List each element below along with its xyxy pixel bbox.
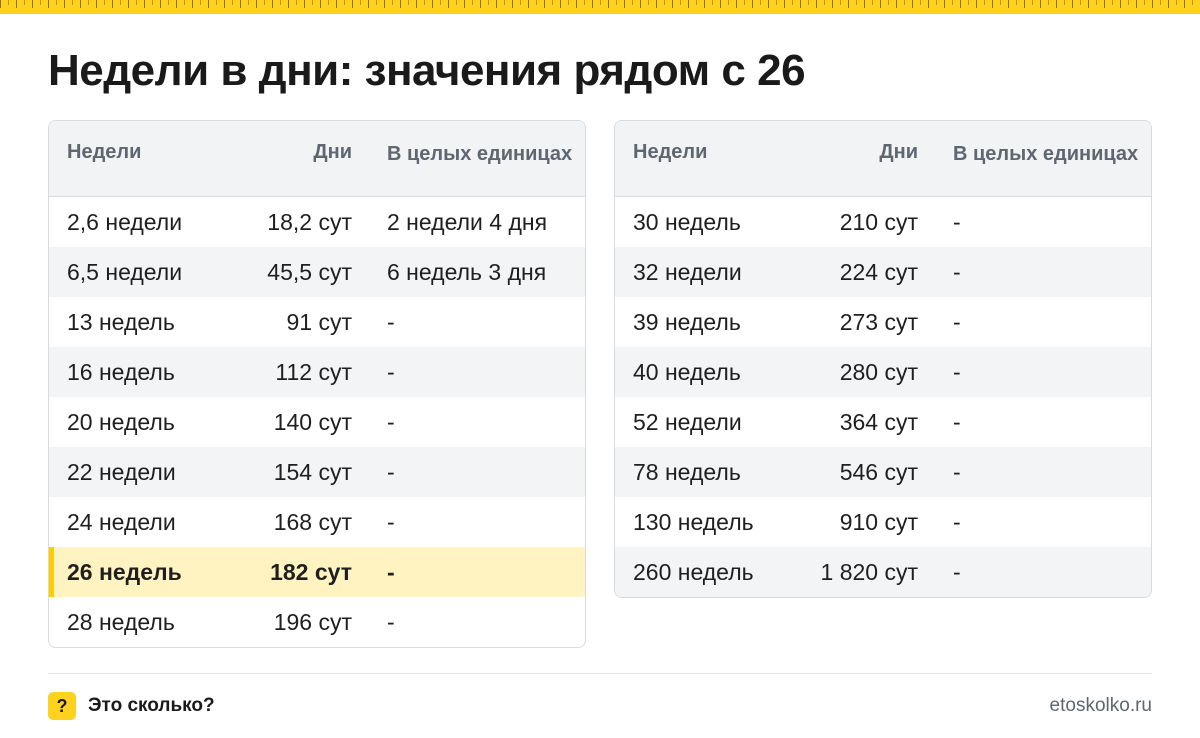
top-ruler-strip: [0, 0, 1200, 14]
table-body: 30 недель 210 сут -32 недели 224 сут -39 нед…: [615, 197, 1151, 597]
cell-days: 1 820 сут: [820, 558, 918, 585]
table-body: 2,6 недели 18,2 сут 2 недели 4 дня 6,5 неде…: [49, 197, 585, 647]
cell-days: 112 сут: [275, 358, 352, 385]
cell-weeks: 26 недель: [67, 558, 182, 585]
table-row: 40 недель 280 сут -: [615, 347, 1151, 397]
table-row: 32 недели 224 сут -: [615, 247, 1151, 297]
site-link[interactable]: etoskolko.ru: [1050, 695, 1152, 717]
cell-days: 210 сут: [839, 208, 918, 235]
table-row: 20 недель 140 сут -: [49, 397, 585, 447]
cell-weeks: 22 недели: [67, 458, 176, 485]
table-row: 52 недели 364 сут -: [615, 397, 1151, 447]
cell-whole-units: -: [387, 608, 395, 635]
cell-weeks: 30 недель: [633, 208, 741, 235]
cell-whole-units: -: [953, 308, 961, 335]
column-header-days: Дни: [879, 141, 918, 163]
cell-whole-units: -: [387, 308, 395, 335]
cell-whole-units: 6 недель 3 дня: [387, 258, 547, 285]
cell-days: 280 сут: [839, 358, 918, 385]
cell-whole-units: -: [387, 408, 395, 435]
table-row-highlighted: 26 недель 182 сут -: [49, 547, 585, 597]
cell-weeks: 20 недель: [67, 408, 175, 435]
cell-days: 168 сут: [273, 508, 352, 535]
cell-whole-units: -: [953, 458, 961, 485]
cell-days: 546 сут: [839, 458, 918, 485]
column-header-weeks: Недели: [67, 141, 142, 163]
cell-whole-units: -: [387, 358, 395, 385]
cell-whole-units: 2 недели 4 дня: [387, 208, 548, 235]
cell-weeks: 28 недель: [67, 608, 175, 635]
cell-weeks: 260 недель: [633, 558, 754, 585]
cell-weeks: 13 недель: [67, 308, 175, 335]
table-header: Недели Дни В целых единицах: [49, 121, 585, 197]
table-row: 130 недель 910 сут -: [615, 497, 1151, 547]
cell-days: 45,5 сут: [267, 258, 352, 285]
column-header-whole-units: В целых единицах: [953, 143, 1139, 165]
cell-days: 364 сут: [839, 408, 918, 435]
question-badge-icon: ?: [48, 692, 76, 720]
column-header-weeks: Недели: [633, 141, 708, 163]
conversion-table-right: Недели Дни В целых единицах 30 недель 210…: [614, 120, 1152, 598]
cell-days: 224 сут: [839, 258, 918, 285]
page-title: Недели в дни: значения рядом с 26: [48, 46, 806, 95]
cell-weeks: 24 недели: [67, 508, 176, 535]
cell-whole-units: -: [953, 358, 961, 385]
table-row: 30 недель 210 сут -: [615, 197, 1151, 247]
cell-weeks: 40 недель: [633, 358, 741, 385]
cell-days: 273 сут: [839, 308, 918, 335]
table-row: 28 недель 196 сут -: [49, 597, 585, 647]
table-row: 2,6 недели 18,2 сут 2 недели 4 дня: [49, 197, 585, 247]
cell-whole-units: -: [953, 558, 961, 585]
column-header-days: Дни: [313, 141, 352, 163]
cell-weeks: 2,6 недели: [67, 208, 183, 235]
table-row: 24 недели 168 сут -: [49, 497, 585, 547]
table-row: 22 недели 154 сут -: [49, 447, 585, 497]
cell-weeks: 130 недель: [633, 508, 754, 535]
column-header-whole-units: В целых единицах: [387, 143, 573, 165]
cell-days: 154 сут: [273, 458, 352, 485]
table-row: 16 недель 112 сут -: [49, 347, 585, 397]
table-row: 13 недель 91 сут -: [49, 297, 585, 347]
cell-whole-units: -: [387, 508, 395, 535]
cell-weeks: 6,5 недели: [67, 258, 183, 285]
cell-weeks: 78 недель: [633, 458, 741, 485]
footer-divider: [48, 673, 1152, 674]
cell-days: 910 сут: [839, 508, 918, 535]
table-row: 6,5 недели 45,5 сут 6 недель 3 дня: [49, 247, 585, 297]
cell-whole-units: -: [953, 508, 961, 535]
cell-weeks: 52 недели: [633, 408, 742, 435]
cell-whole-units: -: [953, 408, 961, 435]
cell-days: 182 сут: [270, 558, 352, 585]
cell-days: 196 сут: [273, 608, 352, 635]
table-row: 78 недель 546 сут -: [615, 447, 1151, 497]
cell-weeks: 16 недель: [67, 358, 175, 385]
cell-whole-units: -: [387, 458, 395, 485]
cell-whole-units: -: [387, 558, 395, 585]
cell-days: 18,2 сут: [267, 208, 352, 235]
cell-days: 91 сут: [286, 308, 352, 335]
cell-days: 140 сут: [273, 408, 352, 435]
table-row: 39 недель 273 сут -: [615, 297, 1151, 347]
cell-weeks: 39 недель: [633, 308, 741, 335]
conversion-table-left: Недели Дни В целых единицах 2,6 недели 18…: [48, 120, 586, 648]
brand-name: Это сколько?: [88, 695, 215, 716]
cell-whole-units: -: [953, 258, 961, 285]
table-header: Недели Дни В целых единицах: [615, 121, 1151, 197]
cell-weeks: 32 недели: [633, 258, 742, 285]
table-row: 260 недель 1 820 сут -: [615, 547, 1151, 597]
cell-whole-units: -: [953, 208, 961, 235]
